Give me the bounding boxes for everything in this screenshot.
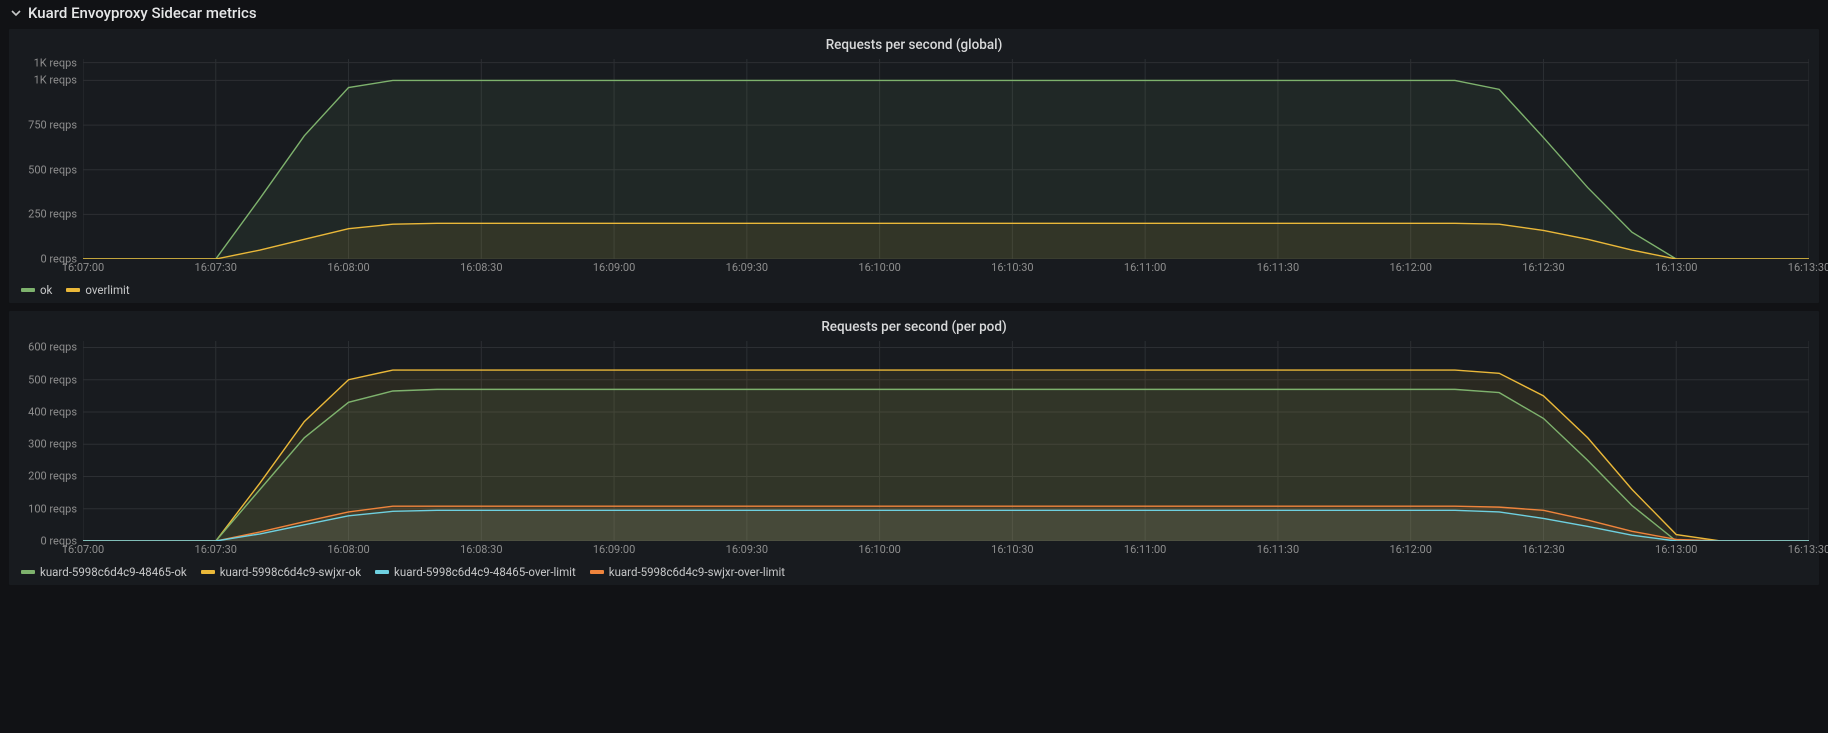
y-tick-label: 500 reqps — [19, 163, 83, 176]
panel-title: Requests per second (global) — [19, 35, 1809, 59]
x-tick-label: 16:08:30 — [460, 543, 502, 556]
legend-item[interactable]: ok — [21, 283, 52, 297]
x-tick-label: 16:09:30 — [726, 261, 768, 274]
y-axis: 0 reqps250 reqps500 reqps750 reqps1K req… — [19, 59, 83, 259]
legend-item[interactable]: kuard-5998c6d4c9-swjxr-ok — [201, 565, 361, 579]
x-tick-label: 16:13:30 — [1788, 543, 1828, 556]
legend-label: kuard-5998c6d4c9-swjxr-ok — [220, 565, 361, 579]
chart-legend: kuard-5998c6d4c9-48465-ok kuard-5998c6d4c… — [19, 559, 1809, 581]
chevron-down-icon — [10, 7, 22, 19]
x-tick-label: 16:10:30 — [991, 543, 1033, 556]
legend-swatch — [201, 570, 215, 574]
x-tick-label: 16:08:00 — [327, 261, 369, 274]
x-tick-label: 16:12:30 — [1522, 543, 1564, 556]
row-title: Kuard Envoyproxy Sidecar metrics — [28, 4, 257, 22]
y-axis: 0 reqps100 reqps200 reqps300 reqps400 re… — [19, 341, 83, 541]
x-tick-label: 16:07:30 — [195, 261, 237, 274]
x-tick-label: 16:11:00 — [1124, 543, 1166, 556]
legend-item[interactable]: kuard-5998c6d4c9-swjxr-over-limit — [590, 565, 785, 579]
x-tick-label: 16:12:00 — [1389, 543, 1431, 556]
legend-swatch — [375, 570, 389, 574]
y-tick-label: 400 reqps — [19, 405, 83, 418]
x-tick-label: 16:07:30 — [195, 543, 237, 556]
legend-item[interactable]: overlimit — [66, 283, 129, 297]
legend-label: overlimit — [85, 283, 129, 297]
x-tick-label: 16:12:30 — [1522, 261, 1564, 274]
x-tick-label: 16:10:00 — [858, 261, 900, 274]
row-header[interactable]: Kuard Envoyproxy Sidecar metrics — [0, 0, 1828, 28]
x-tick-label: 16:10:00 — [858, 543, 900, 556]
x-tick-label: 16:08:30 — [460, 261, 502, 274]
x-tick-label: 16:13:00 — [1655, 543, 1697, 556]
x-tick-label: 16:13:00 — [1655, 261, 1697, 274]
legend-swatch — [21, 288, 35, 292]
legend-item[interactable]: kuard-5998c6d4c9-48465-over-limit — [375, 565, 576, 579]
x-tick-label: 16:07:00 — [62, 543, 104, 556]
x-tick-label: 16:13:30 — [1788, 261, 1828, 274]
legend-swatch — [590, 570, 604, 574]
x-tick-label: 16:09:00 — [593, 261, 635, 274]
legend-swatch — [66, 288, 80, 292]
panel-per-pod-rps[interactable]: Requests per second (per pod) 0 reqps100… — [8, 310, 1820, 586]
legend-label: kuard-5998c6d4c9-48465-ok — [40, 565, 187, 579]
x-axis: 16:07:0016:07:3016:08:0016:08:3016:09:00… — [83, 259, 1809, 277]
chart-plot[interactable] — [83, 59, 1809, 259]
y-tick-label: 300 reqps — [19, 438, 83, 451]
legend-label: kuard-5998c6d4c9-swjxr-over-limit — [609, 565, 785, 579]
x-tick-label: 16:08:00 — [327, 543, 369, 556]
y-tick-label: 250 reqps — [19, 208, 83, 221]
x-tick-label: 16:10:30 — [991, 261, 1033, 274]
x-tick-label: 16:11:00 — [1124, 261, 1166, 274]
x-tick-label: 16:09:30 — [726, 543, 768, 556]
chart-plot[interactable] — [83, 341, 1809, 541]
chart-legend: ok overlimit — [19, 277, 1809, 299]
x-tick-label: 16:11:30 — [1257, 543, 1299, 556]
x-axis: 16:07:0016:07:3016:08:0016:08:3016:09:00… — [83, 541, 1809, 559]
panel-title: Requests per second (per pod) — [19, 317, 1809, 341]
y-tick-label: 100 reqps — [19, 502, 83, 515]
x-tick-label: 16:12:00 — [1389, 261, 1431, 274]
panel-global-rps[interactable]: Requests per second (global) 0 reqps250 … — [8, 28, 1820, 304]
legend-item[interactable]: kuard-5998c6d4c9-48465-ok — [21, 565, 187, 579]
legend-label: ok — [40, 283, 52, 297]
y-tick-label: 600 reqps — [19, 341, 83, 354]
y-tick-label: 200 reqps — [19, 470, 83, 483]
legend-swatch — [21, 570, 35, 574]
x-tick-label: 16:11:30 — [1257, 261, 1299, 274]
legend-label: kuard-5998c6d4c9-48465-over-limit — [394, 565, 576, 579]
y-tick-label: 1K reqps — [19, 74, 83, 87]
x-tick-label: 16:09:00 — [593, 543, 635, 556]
y-tick-label: 750 reqps — [19, 119, 83, 132]
y-tick-label: 1K reqps — [19, 56, 83, 69]
x-tick-label: 16:07:00 — [62, 261, 104, 274]
y-tick-label: 500 reqps — [19, 373, 83, 386]
